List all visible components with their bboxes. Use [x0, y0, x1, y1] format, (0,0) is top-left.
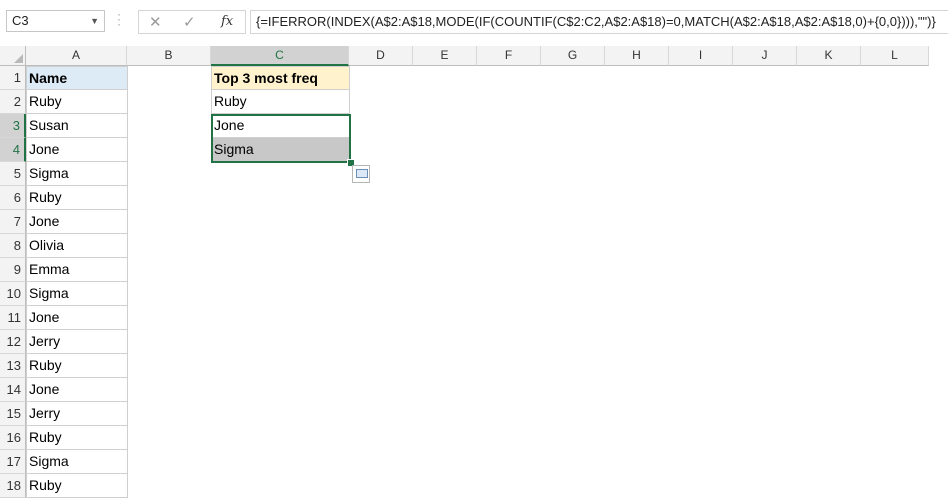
- row-header-17[interactable]: 17: [0, 450, 26, 474]
- column-header-i[interactable]: I: [669, 46, 733, 66]
- column-header-g[interactable]: G: [541, 46, 605, 66]
- cell-a13[interactable]: Ruby: [26, 354, 128, 378]
- cell-a15[interactable]: Jerry: [26, 402, 128, 426]
- column-header-j[interactable]: J: [733, 46, 797, 66]
- row-header-9[interactable]: 9: [0, 258, 26, 282]
- drag-handle-icon[interactable]: · · ·: [117, 8, 121, 30]
- column-header-b[interactable]: B: [127, 46, 211, 66]
- column-header-d[interactable]: D: [349, 46, 413, 66]
- row-header-8[interactable]: 8: [0, 234, 26, 258]
- cell-a2[interactable]: Ruby: [26, 90, 128, 114]
- row-header-1[interactable]: 1: [0, 66, 26, 90]
- selection-range: [211, 114, 351, 163]
- row-header-14[interactable]: 14: [0, 378, 26, 402]
- cell-a8[interactable]: Olivia: [26, 234, 128, 258]
- formula-input[interactable]: {=IFERROR(INDEX(A$2:A$18,MODE(IF(COUNTIF…: [250, 10, 948, 34]
- row-header-18[interactable]: 18: [0, 474, 26, 498]
- chevron-down-icon[interactable]: ▼: [90, 11, 99, 31]
- column-header-l[interactable]: L: [861, 46, 929, 66]
- enter-icon[interactable]: ✓: [183, 13, 196, 31]
- cell-a1[interactable]: Name: [26, 66, 128, 90]
- row-header-16[interactable]: 16: [0, 426, 26, 450]
- name-box[interactable]: C3 ▼: [6, 10, 105, 32]
- cell-a7[interactable]: Jone: [26, 210, 128, 234]
- row-header-4[interactable]: 4: [0, 138, 26, 162]
- row-header-6[interactable]: 6: [0, 186, 26, 210]
- select-all-corner[interactable]: [0, 46, 26, 66]
- cell-a3[interactable]: Susan: [26, 114, 128, 138]
- name-box-value: C3: [12, 13, 29, 28]
- cell-a11[interactable]: Jone: [26, 306, 128, 330]
- cell-c2[interactable]: Ruby: [211, 90, 350, 114]
- column-header-f[interactable]: F: [477, 46, 541, 66]
- cell-a17[interactable]: Sigma: [26, 450, 128, 474]
- cancel-icon[interactable]: ✕: [149, 13, 162, 31]
- row-header-10[interactable]: 10: [0, 282, 26, 306]
- cell-a4[interactable]: Jone: [26, 138, 128, 162]
- cell-a5[interactable]: Sigma: [26, 162, 128, 186]
- row-header-15[interactable]: 15: [0, 402, 26, 426]
- column-header-a[interactable]: A: [26, 46, 127, 66]
- cell-a12[interactable]: Jerry: [26, 330, 128, 354]
- row-header-2[interactable]: 2: [0, 90, 26, 114]
- column-header-k[interactable]: K: [797, 46, 861, 66]
- formula-buttons: ✕ ✓ fx: [138, 10, 246, 34]
- cell-c1[interactable]: Top 3 most freq: [211, 66, 350, 90]
- row-header-5[interactable]: 5: [0, 162, 26, 186]
- row-header-12[interactable]: 12: [0, 330, 26, 354]
- quick-analysis-icon[interactable]: [352, 165, 370, 183]
- row-header-7[interactable]: 7: [0, 210, 26, 234]
- row-header-13[interactable]: 13: [0, 354, 26, 378]
- row-header-11[interactable]: 11: [0, 306, 26, 330]
- row-header-3[interactable]: 3: [0, 114, 26, 138]
- column-header-c[interactable]: C: [211, 46, 349, 66]
- cell-a16[interactable]: Ruby: [26, 426, 128, 450]
- cell-a10[interactable]: Sigma: [26, 282, 128, 306]
- cell-a9[interactable]: Emma: [26, 258, 128, 282]
- column-header-h[interactable]: H: [605, 46, 669, 66]
- cell-a6[interactable]: Ruby: [26, 186, 128, 210]
- cell-a14[interactable]: Jone: [26, 378, 128, 402]
- cell-a18[interactable]: Ruby: [26, 474, 128, 498]
- insert-function-icon[interactable]: fx: [221, 14, 233, 29]
- formula-bar: C3 ▼ · · · ✕ ✓ fx {=IFERROR(INDEX(A$2:A$18…: [0, 0, 948, 46]
- column-header-e[interactable]: E: [413, 46, 477, 66]
